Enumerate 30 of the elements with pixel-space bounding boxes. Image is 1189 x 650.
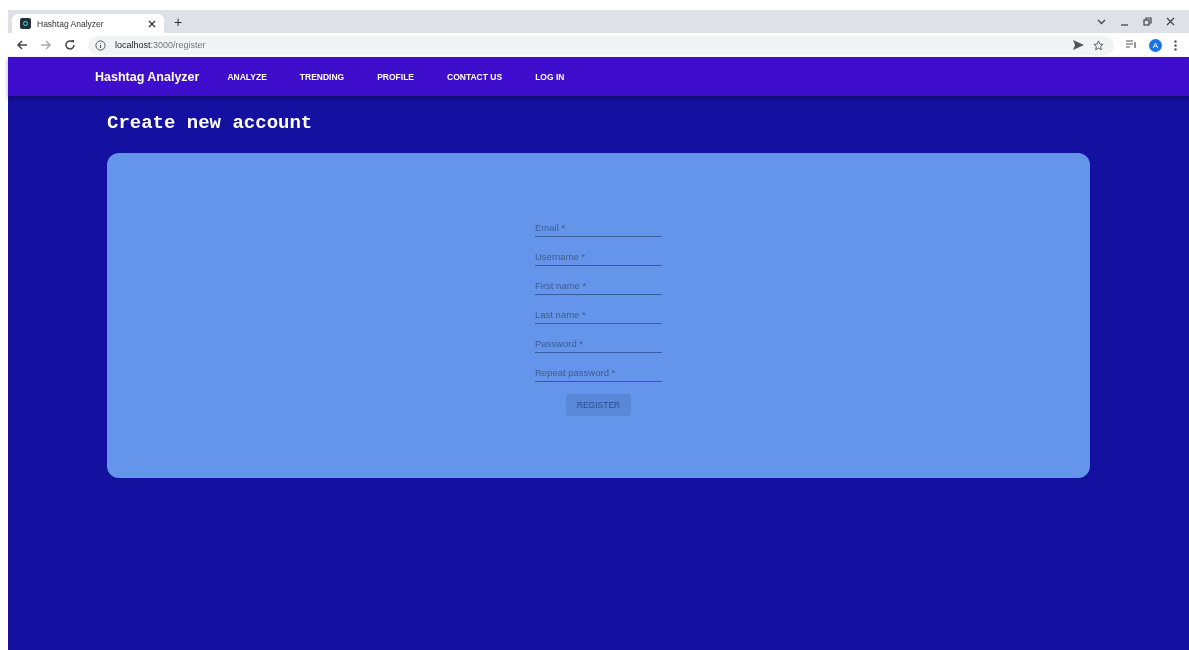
page-title: Create new account [107,112,314,134]
input-field[interactable]: Last name * [535,306,662,324]
input-field[interactable]: First name * [535,277,662,295]
new-tab-button[interactable]: + [174,13,183,30]
chevron-down-icon[interactable] [1097,18,1106,25]
tab-title: Hashtag Analyzer [37,18,105,29]
browser-tab[interactable]: Hashtag Analyzer [12,14,164,33]
profile-avatar[interactable]: A [1149,38,1162,52]
menu-icon[interactable] [1174,39,1177,51]
nav-link[interactable]: LOG IN [535,71,565,82]
send-icon[interactable] [1073,40,1084,50]
nav-link[interactable]: TRENDING [299,71,345,82]
nav-link[interactable]: ANALYZE [227,71,267,82]
input-field[interactable]: Password * [535,335,662,353]
queue-icon[interactable] [1126,40,1137,50]
nav-link[interactable]: CONTACT US [447,71,503,82]
input-field[interactable]: Username * [535,248,662,266]
app-icon [20,18,31,29]
restore-icon[interactable] [1143,17,1152,26]
back-arrow-icon[interactable] [16,39,28,51]
close-icon[interactable] [148,19,156,28]
address-field[interactable]: localhost:3000/register [88,35,1114,55]
info-icon [95,39,106,51]
input-field[interactable]: Email * [535,219,662,237]
reload-icon[interactable] [64,39,76,51]
star-icon[interactable] [1093,39,1104,51]
input-field[interactable]: Repeat password * [535,364,662,382]
brand-title[interactable]: Hashtag Analyzer [95,69,200,84]
close-icon[interactable] [1166,17,1175,26]
nav-link[interactable]: PROFILE [377,71,415,82]
